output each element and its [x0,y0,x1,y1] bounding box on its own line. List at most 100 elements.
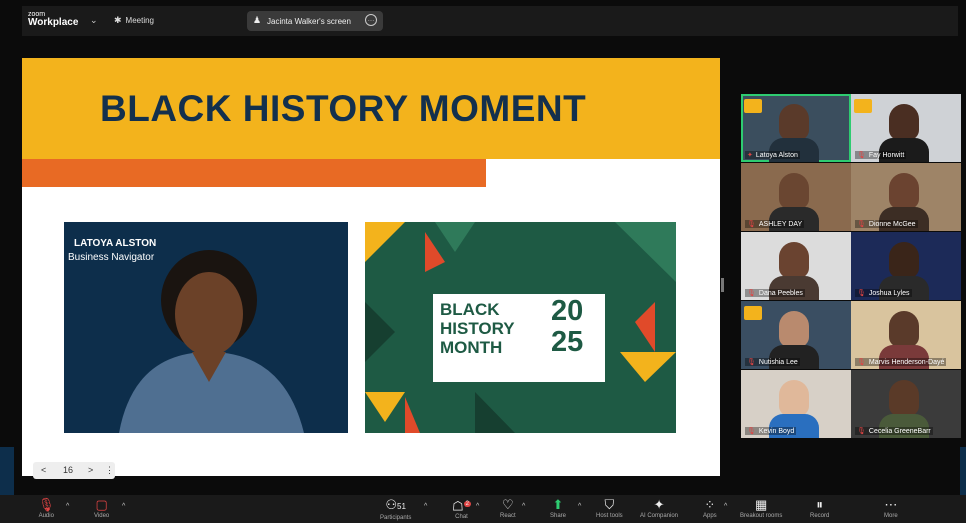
react-button[interactable]: ♡ React [500,497,516,520]
participant-name-text: ASHLEY DAY [758,221,803,228]
screen-share-indicator[interactable]: ♟ Jacinta Walker's screen … [247,11,383,31]
participant-face [779,104,809,140]
meeting-menu[interactable]: ✱ Meeting [114,15,154,26]
zoom-logo-big: Workplace [28,17,79,28]
participant-face [889,311,919,347]
participant-face [779,173,809,209]
participant-tile[interactable]: 🎙 Cecelia GreeneBarr [851,370,961,438]
participant-name-text: Kevin Boyd [758,428,795,435]
participant-name: 🎙 Nutishia Lee [745,358,800,366]
muted-mic-icon: 🎙 [747,290,756,297]
participant-face [779,380,809,416]
participant-name-text: Fay Horwitt [868,152,905,159]
more-icon[interactable]: ⋮ [105,465,114,476]
muted-mic-icon: 🎙 [747,221,756,228]
durham-logo [744,306,762,320]
participants-button[interactable]: ⚇51 Participants [380,497,411,522]
host-tools-button[interactable]: ⛉ Host tools [596,497,623,520]
participant-tile[interactable]: 🎙 Nutishia Lee [741,301,851,369]
participant-name: 🎙 Dionne McGee [855,220,918,228]
participant-name: 🎙 Cecelia GreeneBarr [855,427,933,435]
heart-icon: ♡ [502,497,514,512]
chat-options-chevron-icon[interactable]: ^ [476,503,479,510]
zoom-logo[interactable]: zoom Workplace [28,11,78,28]
breakout-rooms-button[interactable]: ▦ Breakout rooms [740,497,782,520]
chat-badge: 2 [463,501,471,507]
apps-label: Apps [703,513,717,519]
participant-tile[interactable]: 🎙 ASHLEY DAY [741,163,851,231]
speaker-photo: LATOYA ALSTON Business Navigator [64,222,348,433]
apps-options-chevron-icon[interactable]: ^ [724,503,727,510]
bhm-year: 20 25 [551,296,583,358]
participants-count: 51 [397,502,406,511]
muted-mic-icon: 🎙 [747,428,756,435]
muted-mic-icon: 🎙 [857,359,866,366]
participant-tile[interactable]: ✦ Latoya Alston [741,94,851,162]
prev-slide-button[interactable]: < [41,465,46,475]
participant-name: 🎙 Joshua Lyles [855,289,912,297]
durham-logo [744,99,762,113]
share-options-chevron-icon[interactable]: ^ [578,503,581,510]
more-options-icon[interactable]: … [365,14,377,26]
apps-button[interactable]: ⁘ Apps [703,497,717,520]
bhm-line-3: MONTH [440,338,503,357]
video-button[interactable]: ▢ Video [94,497,109,520]
audio-options-chevron-icon[interactable]: ^ [66,503,69,510]
participant-face [779,311,809,347]
participants-options-chevron-icon[interactable]: ^ [424,503,427,510]
share-icon: ⬆ [552,497,564,512]
share-label: Share [550,513,567,519]
participant-tile[interactable]: 🎙 Dionne McGee [851,163,961,231]
breakout-rooms-label: Breakout rooms [740,513,783,519]
bhm-title: BLACK HISTORY MONTH [440,300,515,357]
audio-label: Audio [38,513,54,519]
bhm-graphic: BLACK HISTORY MONTH 20 25 AFRICAN AMERIC… [365,222,676,433]
participant-tile[interactable]: 🎙 Marvis Henderson-Dayé [851,301,961,369]
more-button[interactable]: ⋯ More [884,497,898,520]
participant-face [889,173,919,209]
audio-button[interactable]: 🎙 Audio [38,497,55,520]
participant-name-text: Dana Peebles [758,290,803,297]
background-edge-left [0,447,14,495]
bhm-subtitle: AFRICAN AMERICANS AND LABOR [448,374,593,383]
participant-face [779,242,809,278]
chevron-down-icon[interactable]: ⌄ [90,15,98,26]
share-button[interactable]: ⬆ Share [550,497,566,520]
participant-name: 🎙 Kevin Boyd [745,427,797,435]
participants-icon: ⚇51 [385,497,406,512]
bhm-line-1: BLACK [440,300,500,319]
react-options-chevron-icon[interactable]: ^ [522,503,525,510]
next-slide-button[interactable]: > [88,465,93,475]
speaker-role: Business Navigator [68,252,155,263]
bhm-year-top: 20 [551,295,584,327]
shield-icon: ⛉ [604,497,615,512]
top-bar: zoom Workplace ⌄ ✱ Meeting ♟ Jacinta Walk… [22,6,958,36]
chat-icon: ☖ 2 [452,498,471,514]
ai-companion-button[interactable]: ✦ AI Companion [640,497,678,520]
bhm-line-2: HISTORY [440,319,515,338]
sparkle-icon: ✦ [653,497,665,512]
react-label: React [500,513,516,519]
screen-share-label: Jacinta Walker's screen [267,17,351,26]
grid-icon: ▦ [755,497,768,512]
participant-name-text: Latoya Alston [755,152,798,159]
resize-handle[interactable] [721,278,724,292]
record-icon: ⏸ [816,497,823,512]
participant-tile[interactable]: 🎙 Dana Peebles [741,232,851,300]
record-button[interactable]: ⏸ Record [810,497,829,520]
participant-tile[interactable]: 🎙 Fay Horwitt [851,94,961,162]
chat-button[interactable]: ☖ 2 Chat [452,497,471,521]
participant-tile[interactable]: 🎙 Joshua Lyles [851,232,961,300]
participants-label: Participants [380,515,412,521]
participant-name-text: Marvis Henderson-Dayé [868,359,945,366]
user-icon: ♟ [253,15,262,25]
participant-name-text: Cecelia GreeneBarr [868,428,931,435]
background-edge-right [960,447,966,495]
slide-pager: < 16 > ⋮ [33,462,115,479]
spotlight-icon: ✦ [747,152,753,159]
participant-tile[interactable]: 🎙 Kevin Boyd [741,370,851,438]
video-options-chevron-icon[interactable]: ^ [122,503,125,510]
bhm-title-box: BLACK HISTORY MONTH 20 25 [433,294,605,382]
record-label: Record [810,513,830,519]
shared-slide: BLACK HISTORY MOMENT LATOYA ALSTON Busin… [22,58,720,476]
